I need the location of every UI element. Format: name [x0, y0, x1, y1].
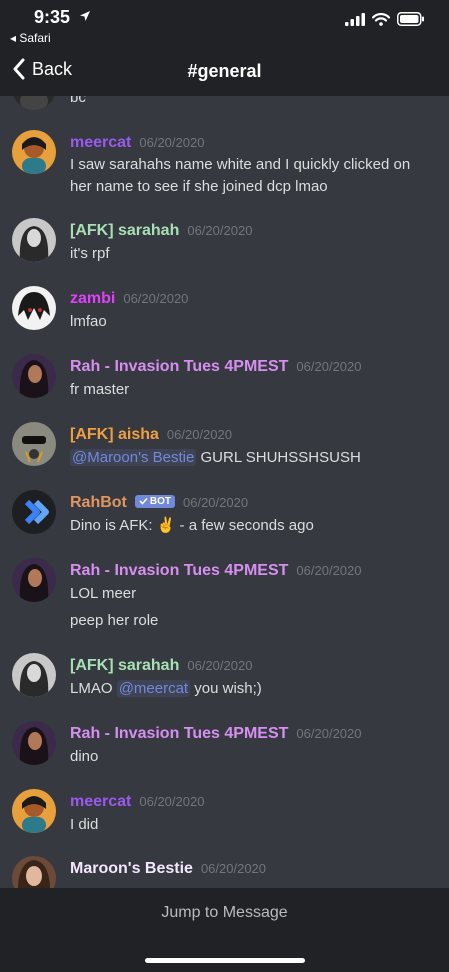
message-header: [AFK] sarahah 06/20/2020: [70, 657, 252, 675]
username[interactable]: Rah - Invasion Tues 4PMEST: [70, 358, 288, 376]
avatar[interactable]: [12, 721, 56, 765]
message-text: I saw sarahahs name white and I quickly …: [70, 156, 411, 173]
message-header: Rah - Invasion Tues 4PMEST 06/20/2020: [70, 358, 362, 376]
username[interactable]: [AFK] aisha: [70, 426, 159, 444]
message-text: @Maroon's Bestie GURL SHUHSSHSUSH: [70, 447, 361, 469]
battery-icon: [397, 12, 424, 26]
avatar[interactable]: [12, 422, 56, 466]
status-bar: 9:35 ◂ Safari: [0, 0, 449, 50]
username[interactable]: meercat: [70, 793, 131, 811]
username[interactable]: Maroon's Bestie: [70, 860, 193, 878]
message-text: fr master: [70, 381, 130, 398]
status-icons: [345, 12, 425, 26]
avatar[interactable]: [12, 490, 56, 534]
message-header: Rah - Invasion Tues 4PMEST 06/20/2020: [70, 562, 362, 580]
timestamp: 06/20/2020: [187, 223, 253, 238]
avatar[interactable]: [12, 653, 56, 697]
message-header: Rah - Invasion Tues 4PMEST 06/20/2020: [70, 725, 362, 743]
avatar[interactable]: [12, 558, 56, 602]
bot-badge-label: BOT: [149, 495, 171, 507]
timestamp: 06/20/2020: [139, 135, 205, 150]
message-header: zambi 06/20/2020: [70, 290, 188, 308]
timestamp: 06/20/2020: [183, 495, 249, 510]
timestamp: 06/20/2020: [296, 726, 362, 741]
message-header: RahBot BOT 06/20/2020: [70, 494, 248, 512]
username[interactable]: Rah - Invasion Tues 4PMEST: [70, 725, 288, 743]
message-text: her name to see if she joined dcp lmao: [70, 178, 328, 195]
username[interactable]: Rah - Invasion Tues 4PMEST: [70, 562, 288, 580]
message-header: [AFK] sarahah 06/20/2020: [70, 222, 252, 240]
message-header: meercat 06/20/2020: [70, 793, 204, 811]
avatar[interactable]: [12, 354, 56, 398]
message-text: Dino is AFK: ✌️ - a few seconds ago: [70, 517, 314, 534]
wifi-icon: [372, 12, 390, 26]
message-text: peep her role: [70, 612, 159, 629]
avatar[interactable]: [12, 789, 56, 833]
username[interactable]: [AFK] sarahah: [70, 222, 179, 240]
user-mention[interactable]: @meercat: [116, 680, 191, 697]
channel-title: #general: [187, 61, 262, 81]
message-header: Maroon's Bestie 06/20/2020: [70, 860, 266, 878]
message-text-part: LMAO: [70, 680, 117, 697]
timestamp: 06/20/2020: [166, 427, 232, 442]
home-indicator[interactable]: [145, 958, 305, 963]
message-text: LOL meer: [70, 585, 137, 602]
jump-to-message-button[interactable]: Jump to Message: [0, 904, 449, 922]
avatar[interactable]: [12, 286, 56, 330]
timestamp: 06/20/2020: [296, 359, 362, 374]
message-header: meercat 06/20/2020: [70, 134, 204, 152]
avatar[interactable]: [12, 218, 56, 262]
timestamp: 06/20/2020: [200, 861, 267, 876]
avatar[interactable]: [12, 856, 56, 888]
signal-icon: [345, 12, 365, 26]
message-text-part: GURL SHUHSSHSUSH: [196, 449, 361, 466]
avatar[interactable]: [12, 130, 56, 174]
message-text-part: you wish;): [190, 680, 262, 697]
location-arrow-icon: [80, 11, 90, 21]
user-mention[interactable]: @Maroon's Bestie: [70, 449, 197, 466]
verified-check-icon: [139, 497, 148, 505]
message-text: dino: [70, 748, 99, 765]
status-time: 9:35: [34, 7, 71, 27]
nav-bar: Back #general: [0, 50, 449, 96]
bot-badge: BOT: [134, 494, 175, 508]
timestamp: 06/20/2020: [296, 563, 362, 578]
message-text: I did: [70, 816, 99, 833]
message-header: [AFK] aisha 06/20/2020: [70, 426, 232, 444]
message-text: lmfao: [70, 313, 107, 330]
back-to-safari-link[interactable]: ◂ Safari: [10, 31, 51, 45]
message-list[interactable]: bc meercat 06/20/2020 I saw sarahahs nam…: [0, 96, 449, 888]
username[interactable]: zambi: [70, 290, 115, 308]
username[interactable]: [AFK] sarahah: [70, 657, 179, 675]
avatar[interactable]: [12, 96, 56, 110]
message-text: bc: [70, 96, 86, 106]
message-text: LMAO @meercat you wish;): [70, 678, 262, 700]
username[interactable]: RahBot: [70, 494, 127, 512]
timestamp: 06/20/2020: [123, 291, 189, 306]
timestamp: 06/20/2020: [139, 794, 205, 809]
username[interactable]: meercat: [70, 134, 131, 152]
message-text: it's rpf: [70, 245, 110, 262]
timestamp: 06/20/2020: [187, 658, 253, 673]
